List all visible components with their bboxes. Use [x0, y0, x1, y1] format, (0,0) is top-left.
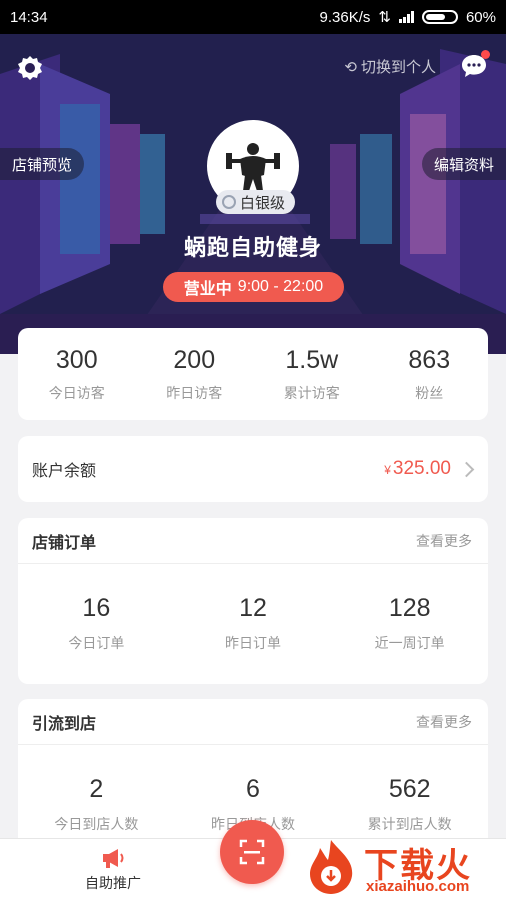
edit-profile-label: 编辑资料: [433, 156, 494, 174]
store-preview-button[interactable]: 店铺预览: [0, 148, 85, 180]
network-speed: 9.36K/s: [319, 8, 371, 26]
account-balance-row[interactable]: 账户余额 ¥325.00: [18, 436, 488, 502]
store-name: 蜗跑自助健身: [183, 235, 322, 260]
member-level-badge: 白银级: [216, 190, 296, 214]
business-hours-badge: 营业中 9:00 - 22:00: [163, 272, 344, 302]
traffic-label: 今日到店人数: [54, 815, 139, 832]
switch-label: 切换到个人: [360, 59, 436, 76]
orders-value: 12: [239, 593, 267, 622]
stat-label: 今日访客: [48, 384, 105, 401]
orders-yesterday[interactable]: 12 昨日订单: [175, 564, 332, 682]
stat-value: 200: [173, 345, 216, 374]
stat-today-visitors[interactable]: 300 今日访客: [18, 328, 136, 420]
stat-value: 300: [55, 345, 98, 374]
traffic-value: 6: [246, 774, 260, 803]
messages-icon[interactable]: [460, 50, 490, 80]
traffic-title: 引流到店: [32, 715, 97, 733]
balance-value-group: ¥325.00: [384, 458, 475, 480]
stat-yesterday-visitors[interactable]: 200 昨日访客: [136, 328, 254, 420]
orders-view-more-link[interactable]: 查看更多: [416, 531, 472, 551]
orders-label: 今日订单: [68, 634, 125, 651]
balance-number: 325.00: [392, 458, 451, 479]
switch-icon: ⟲: [344, 58, 357, 76]
orders-label: 近一周订单: [374, 634, 445, 651]
flame-logo-icon: [310, 840, 353, 894]
balance-amount: ¥325.00: [384, 458, 451, 480]
traffic-view-more-link[interactable]: 查看更多: [416, 712, 472, 732]
orders-value: 128: [388, 593, 431, 622]
edit-profile-button[interactable]: 编辑资料: [421, 148, 506, 180]
status-indicators: 9.36K/s ⇅ 60%: [319, 8, 496, 27]
store-preview-label: 店铺预览: [12, 156, 73, 174]
scan-button[interactable]: [220, 820, 284, 884]
stat-label: 累计访客: [283, 384, 340, 401]
stat-value: 1.5w: [285, 345, 339, 374]
scan-icon: [239, 839, 265, 865]
orders-header: 店铺订单 查看更多: [18, 518, 488, 564]
settings-icon[interactable]: [16, 54, 44, 82]
store-orders-card: 店铺订单 查看更多 16 今日订单 12 昨日订单 128 近一周订单: [18, 518, 488, 684]
business-status: 营业中: [183, 281, 232, 298]
data-transfer-icon: ⇅: [378, 9, 391, 26]
chevron-right-icon: [458, 461, 475, 477]
stat-label: 粉丝: [415, 384, 444, 401]
battery-icon: [421, 10, 458, 24]
traffic-value: 2: [89, 774, 104, 803]
balance-label: 账户余额: [32, 463, 97, 480]
stat-total-visitors[interactable]: 1.5w 累计访客: [253, 328, 371, 420]
orders-today[interactable]: 16 今日订单: [18, 564, 175, 682]
visitor-stats-card: 300 今日访客 200 昨日访客 1.5w 累计访客 863 粉丝: [18, 328, 488, 420]
orders-week[interactable]: 128 近一周订单: [331, 564, 488, 682]
stat-label: 昨日访客: [166, 384, 223, 401]
level-icon: [222, 195, 236, 209]
status-bar: 14:34 9.36K/s ⇅ 60%: [0, 0, 506, 34]
nav-self-promotion[interactable]: 自助推广: [0, 839, 226, 900]
traffic-label: 累计到店人数: [367, 815, 452, 832]
status-time: 14:34: [10, 8, 48, 26]
currency-symbol: ¥: [384, 463, 391, 477]
stat-value: 863: [408, 345, 451, 374]
level-label: 白银级: [240, 194, 286, 212]
orders-stats: 16 今日订单 12 昨日订单 128 近一周订单: [18, 564, 488, 682]
traffic-header: 引流到店 查看更多: [18, 699, 488, 745]
megaphone-icon: [103, 848, 124, 868]
store-header: ⟲ 切换到个人 店铺预览 编辑资料 白银级 蜗跑自助健身 营业中 9:00 - …: [0, 34, 506, 354]
orders-label: 昨日订单: [225, 634, 281, 651]
battery-level: 60%: [465, 8, 496, 26]
orders-title: 店铺订单: [32, 534, 97, 552]
stat-fans[interactable]: 863 粉丝: [371, 328, 489, 420]
watermark: 下载火 xiazaihuo.com: [300, 834, 506, 900]
orders-value: 16: [82, 593, 111, 622]
nav-label: 自助推广: [85, 874, 141, 891]
business-hours: 9:00 - 22:00: [237, 278, 324, 295]
traffic-value: 562: [388, 774, 431, 803]
signal-icon: [398, 11, 414, 23]
watermark-url: xiazaihuo.com: [366, 878, 470, 895]
notification-dot: [481, 50, 490, 59]
switch-account-button[interactable]: ⟲ 切换到个人: [344, 56, 436, 77]
